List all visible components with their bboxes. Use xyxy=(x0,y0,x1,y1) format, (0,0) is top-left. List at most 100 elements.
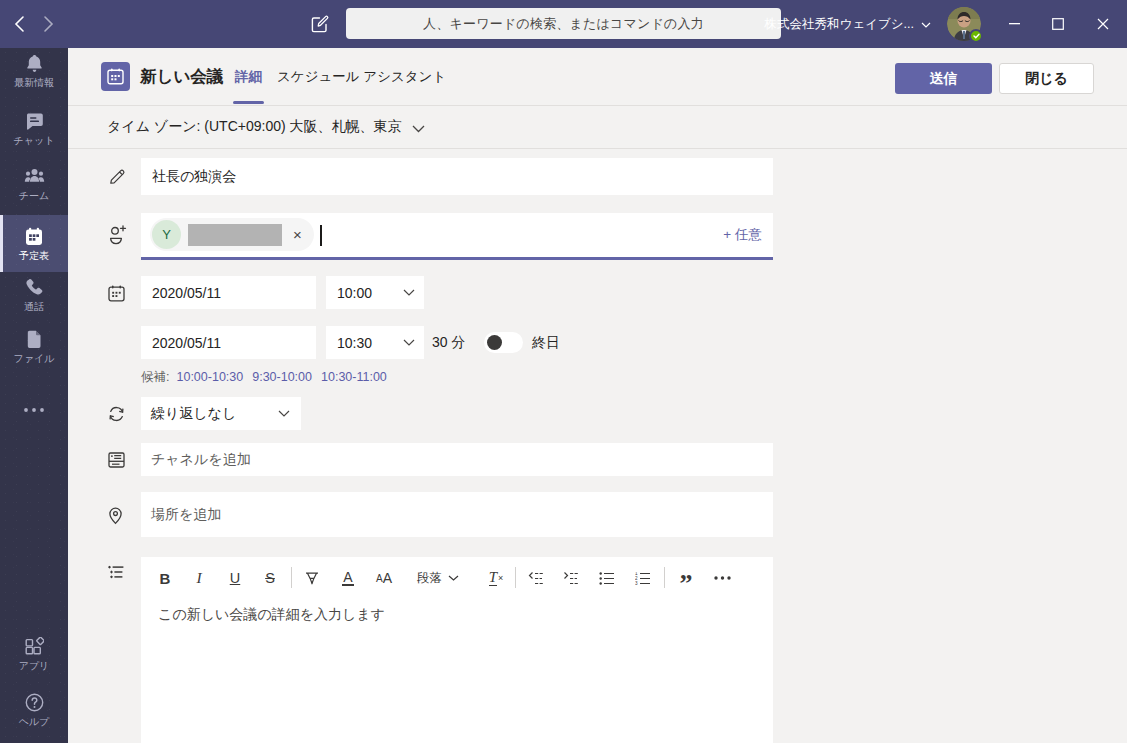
duration-label: 30 分 xyxy=(432,326,465,359)
sidebar-item-label: チーム xyxy=(19,190,49,201)
search-placeholder: 人、キーワードの検索、またはコマンドの入力 xyxy=(423,15,704,33)
sidebar-item-files[interactable]: ファイル xyxy=(0,330,68,364)
file-icon xyxy=(27,330,42,349)
attendee-chip[interactable]: Y × xyxy=(150,218,314,251)
attendees-input[interactable]: Y × + 任意 xyxy=(141,213,773,260)
chevron-down-icon xyxy=(921,22,931,28)
agenda-list-icon xyxy=(108,565,124,579)
optional-attendees-link[interactable]: + 任意 xyxy=(723,213,762,257)
all-day-toggle[interactable] xyxy=(484,332,523,353)
user-avatar[interactable] xyxy=(947,7,981,41)
start-time-select[interactable]: 10:00 xyxy=(326,276,424,309)
back-icon[interactable] xyxy=(13,15,27,33)
close-button[interactable]: 閉じる xyxy=(999,63,1094,94)
window-close-button[interactable] xyxy=(1081,0,1125,48)
presence-available-icon xyxy=(969,29,983,43)
search-input[interactable]: 人、キーワードの検索、またはコマンドの入力 xyxy=(346,8,781,39)
clear-format-button[interactable]: T× xyxy=(482,565,510,591)
location-input[interactable]: 場所を追加 xyxy=(141,492,773,537)
toolbar-divider xyxy=(515,567,516,588)
suggestion-link[interactable]: 10:30-11:00 xyxy=(321,370,387,384)
outdent-icon xyxy=(528,572,545,585)
strikethrough-button[interactable]: S xyxy=(256,565,284,591)
phone-icon xyxy=(25,278,44,297)
timezone-bar[interactable]: タイム ゾーン: (UTC+09:00) 大阪、札幌、東京 xyxy=(68,106,1127,149)
meeting-header: 新しい会議 詳細 スケジュール アシスタント 送信 閉じる xyxy=(68,48,1127,106)
location-placeholder: 場所を追加 xyxy=(151,506,221,524)
repeat-icon xyxy=(108,406,125,422)
suggestion-link[interactable]: 9:30-10:00 xyxy=(252,370,312,384)
indent-button[interactable] xyxy=(557,565,585,591)
suggestions-prefix: 候補: xyxy=(141,369,169,386)
attendee-avatar: Y xyxy=(152,220,181,249)
bold-button[interactable]: B xyxy=(151,565,179,591)
timezone-label: タイム ゾーン: (UTC+09:00) 大阪、札幌、東京 xyxy=(107,118,402,136)
sidebar-item-apps[interactable]: アプリ xyxy=(0,637,68,671)
recurrence-select[interactable]: 繰り返しなし xyxy=(141,397,301,430)
sidebar-item-label: 予定表 xyxy=(19,250,49,261)
channel-input[interactable]: チャネルを追加 xyxy=(141,443,773,476)
meeting-title-input[interactable]: 社長の独演会 xyxy=(141,158,773,195)
org-switcher[interactable]: 株式会社秀和ウェイブシ... xyxy=(765,0,931,48)
toolbar-divider xyxy=(291,567,292,588)
chevron-down-icon xyxy=(412,125,425,133)
send-button[interactable]: 送信 xyxy=(895,63,992,94)
sidebar-item-label: ファイル xyxy=(14,353,55,364)
font-size-button[interactable]: AA xyxy=(370,565,398,591)
sidebar-item-activity[interactable]: 最新情報 xyxy=(0,54,68,88)
paragraph-dropdown[interactable]: 段落 xyxy=(417,565,459,591)
chevron-down-icon xyxy=(403,289,415,296)
all-day-label: 終日 xyxy=(532,326,560,359)
new-chat-icon[interactable] xyxy=(310,14,330,34)
tab-scheduling-assistant[interactable]: スケジュール アシスタント xyxy=(277,48,446,105)
maximize-button[interactable] xyxy=(1036,0,1080,48)
pencil-icon xyxy=(108,168,126,186)
forward-icon[interactable] xyxy=(41,15,55,33)
suggestion-link[interactable]: 10:00-10:30 xyxy=(176,370,243,384)
bell-icon xyxy=(26,54,43,73)
sidebar-item-help[interactable]: ヘルプ xyxy=(0,693,68,727)
remove-attendee-icon[interactable]: × xyxy=(293,227,302,242)
start-date-input[interactable]: 2020/05/11 xyxy=(141,276,316,309)
quote-button[interactable]: ” xyxy=(672,565,700,591)
outdent-button[interactable] xyxy=(522,565,550,591)
attendee-name-redacted xyxy=(188,224,282,246)
toolbar-more-button[interactable] xyxy=(708,565,736,591)
font-color-button[interactable]: A xyxy=(334,565,362,591)
ellipsis-icon xyxy=(714,576,731,580)
text-caret xyxy=(320,225,322,246)
numbered-list-icon: 1 2 3 xyxy=(635,572,651,585)
indent-icon xyxy=(563,572,580,585)
italic-button[interactable]: I xyxy=(185,565,213,591)
sidebar-item-label: ヘルプ xyxy=(19,716,50,727)
sidebar-item-label: アプリ xyxy=(19,660,50,671)
sidebar-item-calls[interactable]: 通話 xyxy=(0,278,68,312)
sidebar-item-more[interactable] xyxy=(0,400,68,420)
calendar-rail-icon xyxy=(25,227,43,246)
minimize-button[interactable] xyxy=(992,0,1036,48)
teams-app-window: 人、キーワードの検索、またはコマンドの入力 株式会社秀和ウェイブシ... xyxy=(0,0,1127,743)
chevron-down-icon xyxy=(278,410,290,417)
underline-button[interactable]: U xyxy=(221,565,249,591)
meeting-title-value: 社長の独演会 xyxy=(152,168,236,186)
time-suggestions: 候補: 10:00-10:30 9:30-10:00 10:30-11:00 xyxy=(141,369,396,385)
end-date-input[interactable]: 2020/05/11 xyxy=(141,326,316,359)
end-time-select[interactable]: 10:30 xyxy=(326,326,424,359)
sidebar-item-teams[interactable]: チーム xyxy=(0,167,68,201)
app-rail: 最新情報 チャット xyxy=(0,48,68,743)
sidebar-item-label: 最新情報 xyxy=(14,77,54,88)
bullet-list-button[interactable] xyxy=(593,565,621,591)
highlight-button[interactable] xyxy=(298,565,326,591)
sidebar-item-calendar[interactable]: 予定表 xyxy=(0,215,68,272)
sidebar-item-label: 通話 xyxy=(24,301,44,312)
sidebar-item-chat[interactable]: チャット xyxy=(0,112,68,146)
recurrence-value: 繰り返しなし xyxy=(151,405,236,423)
tab-details[interactable]: 詳細 xyxy=(235,48,262,105)
location-pin-icon xyxy=(108,507,123,525)
chevron-down-icon xyxy=(403,339,415,346)
channel-placeholder: チャネルを追加 xyxy=(151,451,251,469)
description-editor[interactable]: B I U S A AA 段落 T× xyxy=(141,557,773,743)
start-time-value: 10:00 xyxy=(337,285,372,301)
numbered-list-button[interactable]: 1 2 3 xyxy=(629,565,657,591)
toggle-knob xyxy=(487,335,502,350)
